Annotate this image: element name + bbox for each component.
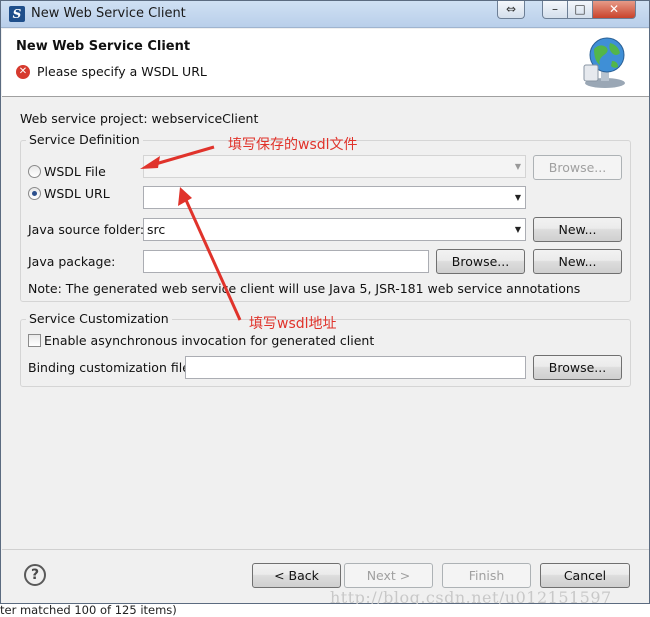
binding-browse-button[interactable]: Browse... — [533, 355, 622, 380]
java-source-folder-value: src — [147, 222, 166, 237]
binding-customization-input[interactable] — [185, 356, 526, 379]
title-bar[interactable]: S New Web Service Client ⇔ – □ ✕ — [1, 1, 649, 28]
java-package-label: Java package: — [28, 254, 116, 269]
back-button[interactable]: < Back — [252, 563, 341, 588]
window-title: New Web Service Client — [31, 6, 186, 21]
status-bar-text: ter matched 100 of 125 items) — [0, 603, 177, 617]
annotation-wsdl-file: 填写保存的wsdl文件 — [228, 137, 358, 153]
java-source-folder-label: Java source folder: — [28, 222, 145, 237]
wsdl-file-radio[interactable] — [28, 165, 41, 178]
maximize-button[interactable]: □ — [567, 1, 593, 19]
eclipse-app-icon: S — [9, 6, 25, 22]
page-title: New Web Service Client — [16, 39, 191, 54]
dialog-window: S New Web Service Client ⇔ – □ ✕ New Web… — [0, 0, 650, 604]
wsdl-file-browse-button: Browse... — [533, 155, 622, 180]
wsdl-url-radio[interactable] — [28, 187, 41, 200]
wsdl-file-combo: ▼ — [143, 155, 526, 178]
error-message: Please specify a WSDL URL — [37, 64, 207, 79]
java-package-browse-button[interactable]: Browse... — [436, 249, 525, 274]
resize-icon[interactable]: ⇔ — [497, 1, 525, 19]
project-label: Web service project: webserviceClient — [20, 111, 259, 126]
help-icon[interactable]: ? — [24, 564, 46, 586]
wsdl-file-label: WSDL File — [44, 164, 106, 179]
next-button: Next > — [344, 563, 433, 588]
error-icon: ✕ — [16, 65, 30, 79]
wsdl-url-combo[interactable]: ▼ — [143, 186, 526, 209]
chevron-down-icon[interactable]: ▼ — [515, 187, 521, 208]
wizard-header: New Web Service Client ✕ Please specify … — [2, 29, 649, 97]
binding-customization-label: Binding customization file: — [28, 360, 195, 375]
service-definition-legend: Service Definition — [26, 132, 143, 147]
annotations-note: Note: The generated web service client w… — [28, 281, 581, 296]
chevron-down-icon: ▼ — [514, 162, 521, 171]
async-invocation-checkbox[interactable] — [28, 334, 41, 347]
close-button[interactable]: ✕ — [592, 1, 636, 19]
java-package-new-button[interactable]: New... — [533, 249, 622, 274]
footer-separator — [2, 549, 649, 550]
minimize-button[interactable]: – — [542, 1, 568, 19]
wsdl-url-label: WSDL URL — [44, 186, 110, 201]
java-source-new-button[interactable]: New... — [533, 217, 622, 242]
java-source-folder-combo[interactable]: src ▼ — [143, 218, 526, 241]
async-invocation-label: Enable asynchronous invocation for gener… — [44, 333, 375, 348]
globe-wizard-icon — [583, 37, 625, 88]
chevron-down-icon[interactable]: ▼ — [515, 219, 521, 240]
service-customization-legend: Service Customization — [26, 311, 172, 326]
java-package-input[interactable] — [143, 250, 429, 273]
cancel-button[interactable]: Cancel — [540, 563, 630, 588]
finish-button: Finish — [442, 563, 531, 588]
annotation-wsdl-url: 填写wsdl地址 — [249, 316, 337, 332]
